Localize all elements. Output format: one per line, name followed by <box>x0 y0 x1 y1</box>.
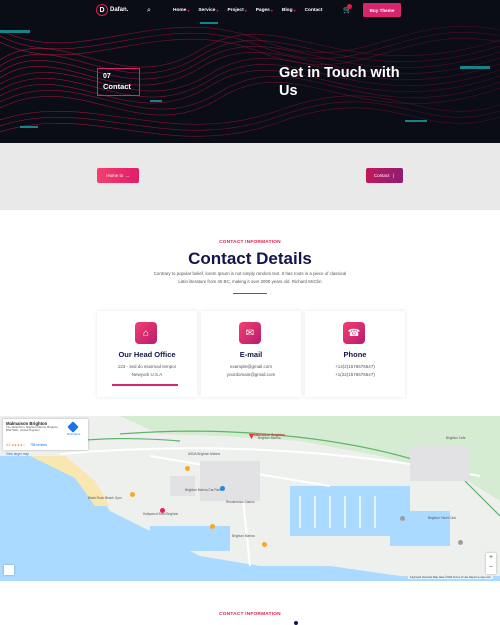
place-reviews[interactable]: 798 reviews <box>30 443 47 447</box>
map-poi-icon[interactable] <box>458 540 463 545</box>
map-label[interactable]: Brighton Yacht Club <box>428 516 456 520</box>
hero-title: Get in Touch with Us <box>279 65 400 99</box>
breadcrumb-band: Home to → Contact ❘ <box>0 143 500 210</box>
page-number: 07 <box>103 73 111 80</box>
section-title: Contact Details <box>188 249 312 268</box>
section-eyebrow: CONTACT INFORMATION <box>219 240 281 245</box>
street-view-icon[interactable] <box>4 565 14 575</box>
section-description: Contrary to popular belief, lorem Ipsum … <box>153 271 347 284</box>
card-phone[interactable]: +14(2)1576675647) <box>305 364 405 369</box>
nav-home[interactable]: Home ▾ <box>173 8 189 13</box>
card-line: Newyork U.S.A <box>131 372 163 377</box>
nav-blog[interactable]: Blog ▾ <box>282 8 296 13</box>
map-poi-icon[interactable] <box>262 542 267 547</box>
card-title: Phone <box>343 350 367 359</box>
chevron-down-icon: ▾ <box>293 8 296 13</box>
map-zoom-control: + − <box>486 553 496 574</box>
map-poi-icon[interactable] <box>185 466 190 471</box>
phone-icon: ☎ <box>343 322 365 344</box>
mail-icon: ✉ <box>239 322 261 344</box>
contact-card-phone: ☎ Phone +14(2)1576675647) +1(22)15766756… <box>305 311 405 397</box>
card-email[interactable]: yourdomain@gmail.com <box>201 372 301 377</box>
cart-count-badge <box>347 4 352 9</box>
view-larger-map-link[interactable]: View larger map <box>6 452 85 456</box>
card-title: E-mail <box>239 350 263 359</box>
card-email[interactable]: example@gmail.com <box>201 364 301 369</box>
nav-contact[interactable]: Contact <box>305 8 323 13</box>
logo-text: Dafan. <box>110 7 129 13</box>
nav-pages[interactable]: Pages ▾ <box>256 8 273 13</box>
home-breadcrumb-label: Home to <box>106 173 124 178</box>
map-poi-icon[interactable] <box>220 486 225 491</box>
card-line: 123 - sed do eiusmod tempor <box>117 364 177 369</box>
nav-service[interactable]: Service ▾ <box>198 8 218 13</box>
decorative-dot <box>294 621 298 625</box>
chevron-down-icon: ▾ <box>216 8 219 13</box>
page-label: Contact <box>103 82 131 91</box>
place-rating: 4.2 ★★★★☆ <box>6 442 26 447</box>
card-accent-bar <box>112 384 178 386</box>
map-attribution[interactable]: Keyboard shortcuts Map data ©2024 Terms … <box>408 576 493 579</box>
hero-banner: D Dafan. ⌕ Home ▾ Service ▾ Project ▾ Pages… <box>0 0 500 143</box>
directions-icon <box>67 421 79 433</box>
map-label[interactable]: Black Rock Beach Gym <box>88 496 121 500</box>
place-address: The Waterfront, Brighton Marina, Brighto… <box>6 425 58 433</box>
chevron-down-icon: ▾ <box>187 8 190 13</box>
chevron-down-icon: ▾ <box>270 8 273 13</box>
map-label[interactable]: Rendezvous Casino <box>226 500 255 504</box>
nav-project[interactable]: Project ▾ <box>227 8 246 13</box>
card-phone[interactable]: +1(22)1576675647) <box>305 372 405 377</box>
top-navigation-bar: D Dafan. ⌕ Home ▾ Service ▾ Project ▾ Pages… <box>0 0 500 22</box>
map-poi-icon[interactable] <box>400 516 405 521</box>
logo-mark-icon: D <box>96 4 108 16</box>
zoom-in-button[interactable]: + <box>486 553 496 563</box>
map-place-card: Malmaison Brighton The Waterfront, Brigh… <box>3 419 88 456</box>
map-poi-icon[interactable] <box>210 524 215 529</box>
map-label[interactable]: Brighton Marina Car Park <box>185 488 221 492</box>
buy-theme-button[interactable]: Buy Theme <box>363 3 401 17</box>
arrow-right-icon: → <box>125 173 130 178</box>
home-icon: ⌂ <box>135 322 157 344</box>
map-poi-icon[interactable] <box>160 508 165 513</box>
map-label[interactable]: Brighton Cafe <box>446 436 466 440</box>
zoom-out-button[interactable]: − <box>486 563 496 573</box>
site-logo[interactable]: D Dafan. <box>96 4 128 16</box>
map-label[interactable]: Brighton Marina <box>232 534 255 538</box>
title-underline <box>233 293 267 294</box>
card-title: Our Head Office <box>118 350 176 359</box>
main-nav: Home ▾ Service ▾ Project ▾ Pages ▾ Blog ▾ Con… <box>173 8 322 13</box>
contact-breadcrumb-label: Contact <box>373 173 390 178</box>
page-number-box: 07 Contact <box>97 68 140 96</box>
directions-button[interactable]: Directions <box>67 421 80 436</box>
map-main-label[interactable]: Malmaison Brighton <box>254 433 285 437</box>
contact-breadcrumb-button[interactable]: Contact ❘ <box>366 168 403 183</box>
map-poi-icon[interactable] <box>130 492 135 497</box>
cart-icon[interactable]: 🛒 <box>343 4 352 14</box>
home-breadcrumb-button[interactable]: Home to → <box>97 168 139 183</box>
contact-card-office: ⌂ Our Head Office 123 - sed do eiusmod t… <box>97 311 197 397</box>
map-label[interactable]: ASDA Brighton Marina <box>188 452 220 456</box>
contact-card-email: ✉ E-mail example@gmail.com yourdomain@gm… <box>201 311 301 397</box>
chevron-down-icon: ▾ <box>244 8 247 13</box>
search-icon[interactable]: ⌕ <box>147 7 151 15</box>
cursor-icon: ❘ <box>391 172 396 178</box>
bottom-eyebrow: CONTACT INFORMATION <box>219 612 281 617</box>
